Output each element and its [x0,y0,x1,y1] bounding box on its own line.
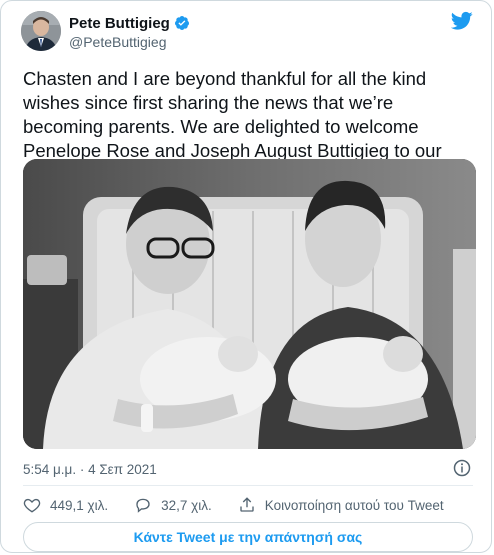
tweet-actions: 449,1 χιλ. 32,7 χιλ. Κοινοποίηση αυτού τ… [23,493,470,517]
like-button[interactable]: 449,1 χιλ. [23,496,108,514]
tweet-header: Pete Buttigieg @PeteButtigieg [21,11,473,59]
author-handle[interactable]: @PeteButtigieg [69,34,190,50]
tweet-timestamp[interactable]: 5:54 μ.μ. · 4 Σεπ 2021 [23,462,157,477]
verified-badge-icon [174,15,190,31]
twitter-bird-icon[interactable] [450,11,473,31]
like-count: 449,1 χιλ. [50,497,109,513]
reply-count: 32,7 χιλ. [161,497,212,513]
divider [23,485,473,486]
author-info: Pete Buttigieg @PeteButtigieg [69,13,190,50]
author-name[interactable]: Pete Buttigieg [69,15,170,32]
author-avatar[interactable] [21,11,61,51]
tweet-photo[interactable] [23,159,476,449]
info-icon[interactable] [453,459,471,477]
share-upload-icon [240,497,254,512]
share-label: Κοινοποίηση αυτού του Tweet [264,497,444,513]
speech-bubble-icon [136,498,150,513]
share-button[interactable]: Κοινοποίηση αυτού του Tweet [238,496,444,514]
heart-icon [23,498,41,513]
tweet-reply-button[interactable]: Κάντε Tweet με την απάντησή σας [23,522,473,552]
tweet-card: Pete Buttigieg @PeteButtigieg Chasten an… [0,0,492,553]
reply-button[interactable]: 32,7 χιλ. [134,496,212,514]
